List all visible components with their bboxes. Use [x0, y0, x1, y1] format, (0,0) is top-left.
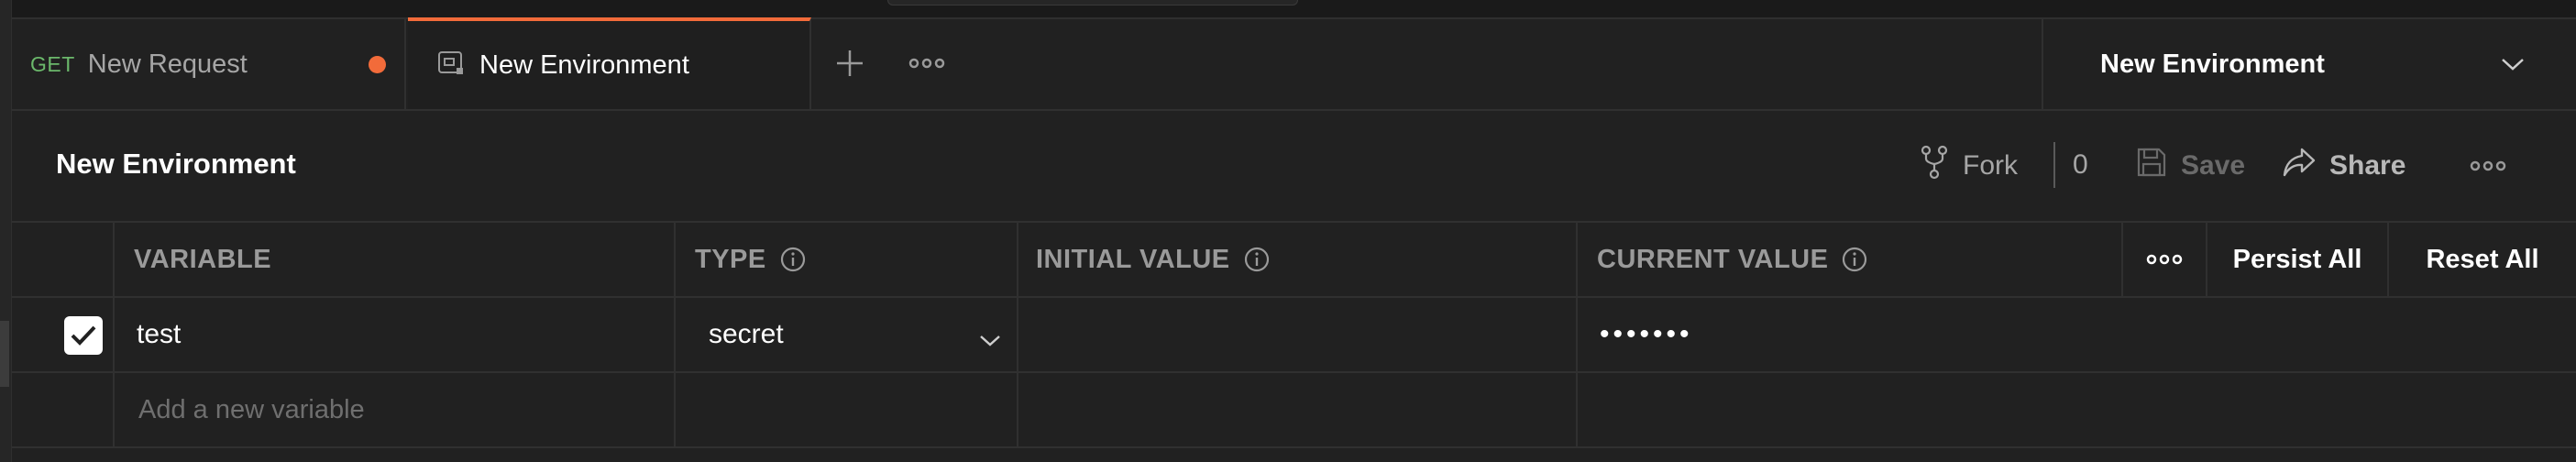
fork-divider	[2053, 142, 2055, 188]
more-horizontal-icon[interactable]	[908, 52, 945, 74]
column-header-label: INITIAL VALUE	[1036, 244, 1230, 274]
enabled-checkbox[interactable]	[64, 316, 103, 355]
left-edge-marker	[0, 321, 9, 387]
current-value-cell[interactable]: •••••••	[1600, 298, 1693, 371]
column-header-variable: VARIABLE	[134, 223, 271, 296]
table-row-new: Add a new variable	[12, 373, 2576, 448]
more-horizontal-icon[interactable]	[2123, 223, 2206, 296]
page-title: New Environment	[56, 148, 296, 180]
table-header-row: VARIABLE TYPE INITIAL VALUE CURRENT VALU…	[12, 223, 2576, 298]
window-top-tab-stub	[887, 0, 1298, 6]
tab-label: New Request	[87, 49, 248, 79]
environment-header: New Environment Fork 0 Save Share	[12, 111, 2576, 223]
environment-icon	[437, 50, 465, 82]
share-label: Share	[2329, 150, 2406, 181]
save-label: Save	[2181, 150, 2246, 181]
check-icon	[71, 325, 96, 346]
left-edge-panel	[0, 0, 12, 462]
save-button[interactable]: Save	[2135, 144, 2245, 188]
environment-selector-label: New Environment	[2100, 49, 2325, 79]
type-select[interactable]: secret	[688, 307, 1020, 362]
column-header-label: TYPE	[695, 244, 766, 274]
variable-name-cell[interactable]: test	[137, 298, 181, 371]
info-icon[interactable]	[779, 246, 807, 273]
environment-selector[interactable]: New Environment	[2042, 19, 2576, 109]
fork-label: Fork	[1963, 150, 2018, 181]
info-icon[interactable]	[1243, 246, 1271, 273]
share-icon	[2282, 147, 2329, 185]
tab-new-environment[interactable]: New Environment	[408, 17, 811, 109]
plus-icon[interactable]	[831, 45, 868, 82]
save-icon	[2135, 146, 2181, 186]
column-header-initial-value: INITIAL VALUE	[1036, 223, 1271, 296]
fork-button[interactable]: Fork	[1919, 144, 2018, 188]
fork-icon	[1919, 144, 1963, 188]
chevron-down-icon	[978, 325, 1002, 346]
fork-count: 0	[2073, 149, 2088, 180]
window-top-strip	[0, 0, 2576, 19]
initial-value-cell[interactable]	[1039, 298, 1552, 371]
type-select-value: secret	[709, 319, 784, 349]
column-header-label: CURRENT VALUE	[1597, 244, 1829, 274]
tab-label: New Environment	[479, 50, 689, 80]
column-header-label: VARIABLE	[134, 244, 272, 274]
table-row: test secret •••••••	[12, 298, 2576, 373]
share-button[interactable]: Share	[2282, 144, 2405, 188]
tab-new-request[interactable]: GET New Request	[12, 19, 406, 109]
more-horizontal-icon[interactable]	[2469, 155, 2507, 177]
tab-bar: GET New Request New Environment New Envi…	[12, 17, 2576, 111]
column-header-current-value: CURRENT VALUE	[1597, 223, 1868, 296]
info-icon[interactable]	[1841, 246, 1868, 273]
column-header-type: TYPE	[695, 223, 807, 296]
request-method-badge: GET	[30, 51, 75, 76]
chevron-down-icon	[2499, 54, 2526, 74]
new-variable-input[interactable]: Add a new variable	[138, 373, 365, 446]
persist-all-button[interactable]: Persist All	[2207, 223, 2387, 296]
unsaved-dot-icon	[369, 56, 386, 73]
reset-all-button[interactable]: Reset All	[2389, 223, 2576, 296]
